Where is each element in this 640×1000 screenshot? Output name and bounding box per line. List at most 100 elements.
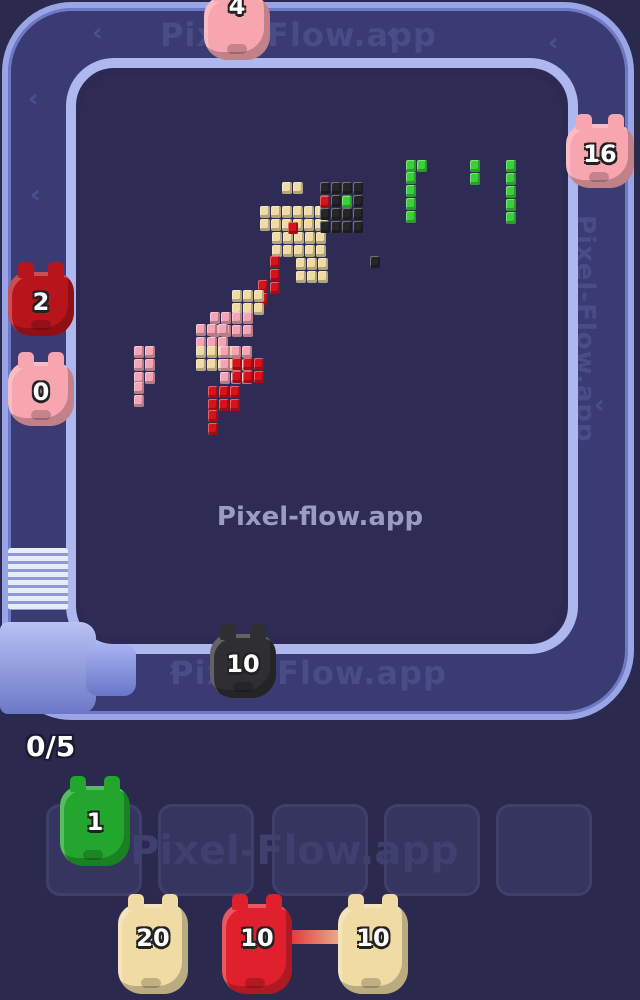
pixel-block [318, 258, 328, 270]
pixel-block [296, 258, 306, 270]
pixel-block [145, 346, 155, 358]
pixel-block [134, 395, 144, 407]
pig-shooter-top[interactable]: 4 [204, 0, 270, 60]
pixel-block [220, 372, 230, 384]
pig-shooter-right[interactable]: 16 [566, 114, 634, 188]
pixel-block [260, 219, 270, 231]
pixel-block [506, 160, 516, 172]
pixel-block [293, 182, 303, 194]
pixel-block [406, 211, 416, 223]
queue-pig-cream-linked[interactable]: 10 [338, 894, 408, 994]
pixel-block [283, 245, 293, 257]
pixel-block [506, 186, 516, 198]
pixel-block [282, 182, 292, 194]
pixel-block [145, 359, 155, 371]
pixel-block [353, 221, 363, 233]
pixel-block [320, 221, 330, 233]
chevron-left-icon: ‹ [548, 28, 559, 58]
pig-shooter-left-red[interactable]: 2 [8, 262, 74, 336]
pig-snout [233, 682, 253, 692]
pixel-block [219, 399, 229, 411]
queue-pig-cream[interactable]: 20 [118, 894, 188, 994]
pixel-block [254, 290, 264, 302]
pig-ammo-count: 10 [356, 924, 390, 952]
pixel-block [307, 258, 317, 270]
pixel-block [331, 221, 341, 233]
pixel-block [406, 198, 416, 210]
pixel-block [243, 358, 253, 370]
pig-shooter-left-pink[interactable]: 0 [8, 352, 74, 426]
pixel-block [243, 312, 253, 324]
slot-counter: 0/5 [26, 730, 76, 763]
pixel-block [134, 346, 144, 358]
pixel-block [254, 371, 264, 383]
pig-snout [361, 978, 381, 988]
chevron-up-icon: ‹ [28, 84, 39, 114]
pixel-block [331, 182, 341, 194]
pig-ammo-count: 1 [86, 808, 104, 836]
pixel-block [506, 212, 516, 224]
chevron-down-icon: ‹ [594, 390, 605, 420]
board-watermark: Pixel-flow.app [216, 502, 424, 532]
pig-ammo-count: 16 [583, 140, 617, 168]
pixel-block [232, 290, 242, 302]
pixel-block [406, 160, 416, 172]
pixel-block [270, 269, 280, 281]
tray-watermark: Pixel-Flow.app [130, 828, 459, 874]
pixel-block [232, 358, 242, 370]
pixel-block [370, 256, 380, 268]
queue-pig-red[interactable]: 10 [222, 894, 292, 994]
pixel-block [196, 324, 206, 336]
pig-snout [589, 172, 609, 182]
pixel-block [254, 303, 264, 315]
pixel-board [80, 76, 562, 638]
pig-snout [141, 978, 161, 988]
pixel-block [288, 222, 298, 234]
pixel-block [304, 219, 314, 231]
pixel-block [316, 245, 326, 257]
pixel-block [294, 245, 304, 257]
pixel-block [270, 282, 280, 294]
pixel-block [134, 359, 144, 371]
pixel-block [196, 359, 206, 371]
pixel-block [243, 325, 253, 337]
pixel-block [272, 232, 282, 244]
pig-snout [227, 44, 247, 54]
pig-ammo-count: 20 [136, 924, 170, 952]
pixel-block [506, 173, 516, 185]
pixel-block [243, 290, 253, 302]
pixel-block [220, 359, 230, 371]
pixel-block [207, 324, 217, 336]
pixel-block [230, 386, 240, 398]
pig-ammo-count: 10 [226, 650, 260, 678]
pixel-block [271, 206, 281, 218]
pixel-block [221, 312, 231, 324]
pixel-block [506, 199, 516, 211]
pixel-block [254, 358, 264, 370]
exit-stairs [8, 548, 68, 610]
chevron-right-icon: › [168, 654, 179, 684]
chevron-up-icon: ‹ [30, 180, 41, 210]
pixel-block [307, 271, 317, 283]
pixel-block [207, 346, 217, 358]
pixel-block [316, 232, 326, 244]
pixel-block [232, 371, 242, 383]
pig-ammo-count: 0 [32, 378, 50, 406]
pixel-block [270, 256, 280, 268]
holding-slot[interactable] [496, 804, 592, 896]
pixel-block [232, 325, 242, 337]
pixel-block [331, 208, 341, 220]
pig-launcher [0, 622, 96, 714]
pixel-block [293, 206, 303, 218]
pixel-block [353, 195, 363, 207]
chevron-left-icon: ‹ [92, 18, 103, 48]
queue-pig-green[interactable]: 1 [60, 776, 130, 866]
pixel-block [242, 346, 252, 358]
pig-shooter-bottom-black[interactable]: 10 [210, 624, 276, 698]
pixel-block [406, 172, 416, 184]
pixel-block [208, 410, 218, 422]
pixel-block [320, 208, 330, 220]
pig-ammo-count: 10 [240, 924, 274, 952]
pixel-block [207, 359, 217, 371]
pixel-block [406, 185, 416, 197]
